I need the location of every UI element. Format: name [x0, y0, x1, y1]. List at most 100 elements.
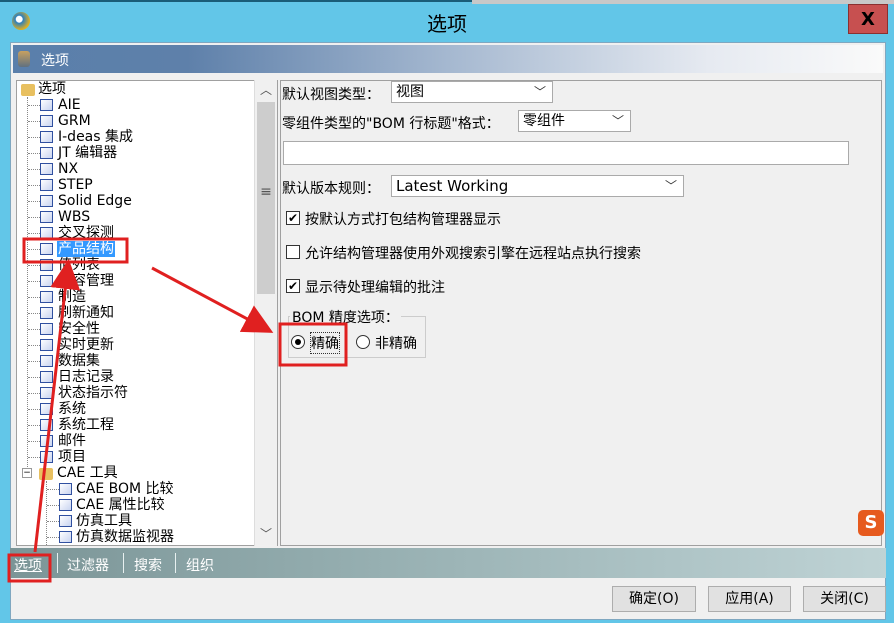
tree-line [47, 505, 59, 506]
tree-line [47, 537, 59, 538]
options-icon [18, 51, 30, 67]
node-icon [40, 179, 53, 191]
checkbox-label: 允许结构管理器使用外观搜索引擎在远程站点执行搜索 [305, 246, 641, 262]
tree-item[interactable]: 系统 [57, 401, 87, 417]
tree-line [28, 425, 40, 426]
close-button[interactable]: X [848, 4, 888, 34]
bom-title-label: 零组件类型的"BOM 行标题"格式： [282, 116, 500, 132]
tree-item[interactable]: 项目 [57, 449, 87, 465]
radio-precise[interactable] [291, 335, 305, 349]
tree-line [28, 105, 40, 106]
tree-line [28, 409, 40, 410]
options-tree[interactable]: 选项 AIE GRM I-deas 集成 JT 编辑器 NX STEP Solid Edge W… [16, 80, 278, 546]
tab-search[interactable]: 搜索 [134, 555, 162, 575]
tree-item[interactable]: 值列表 [57, 257, 101, 273]
tree-line [28, 201, 40, 202]
node-icon [40, 451, 53, 463]
tree-item[interactable]: 状态指示符 [57, 385, 129, 401]
tree-line [28, 249, 40, 250]
tree-line [28, 137, 40, 138]
tree-item[interactable]: 产品结构 [57, 241, 115, 257]
node-icon [40, 371, 53, 383]
node-icon [40, 211, 53, 223]
node-icon [40, 259, 53, 271]
tree-item[interactable]: 实时更新 [57, 337, 115, 353]
tree-item[interactable]: 内容管理 [57, 273, 115, 289]
node-icon [40, 323, 53, 335]
tree-item[interactable]: 刷新通知 [57, 305, 115, 321]
node-icon [40, 419, 53, 431]
checkbox-pack-display[interactable]: ✔ [286, 211, 300, 225]
tree-line [28, 393, 40, 394]
node-icon [59, 515, 72, 527]
tree-item[interactable]: GRM [57, 113, 92, 129]
tree-line [28, 313, 40, 314]
close-dialog-button[interactable]: 关闭(C) [803, 586, 886, 612]
ok-button[interactable]: 确定(O) [612, 586, 696, 612]
tree-item[interactable]: 仿真工具 [76, 513, 132, 529]
tree-item[interactable]: 交叉探测 [57, 225, 115, 241]
bom-title-value: 零组件 [523, 113, 565, 129]
view-type-value: 视图 [396, 84, 424, 100]
tree-item[interactable]: 数据集 [57, 353, 101, 369]
tree-root[interactable]: 选项 [38, 81, 66, 97]
tree-item[interactable]: CAE BOM 比较 [76, 481, 174, 497]
window-title: 选项 [427, 12, 467, 36]
scroll-thumb[interactable]: ≡ [257, 102, 275, 294]
tab-organization[interactable]: 组织 [186, 555, 214, 575]
tree-item[interactable]: 系统工程 [57, 417, 115, 433]
view-type-select[interactable]: 视图 ﹀ [391, 81, 553, 103]
apply-button[interactable]: 应用(A) [708, 586, 791, 612]
tree-scrollbar[interactable]: ︿ ≡ ﹀ [254, 80, 277, 546]
precision-group-label: BOM 精度选项： [290, 307, 401, 327]
tree-line [28, 377, 40, 378]
tree-item[interactable]: WBS [57, 209, 91, 225]
node-icon [40, 163, 53, 175]
node-icon [40, 227, 53, 239]
tree-group[interactable]: CAE 工具 [57, 465, 118, 481]
ime-icon: S [858, 510, 884, 536]
tree-line [46, 481, 47, 545]
tree-item[interactable]: CAE 属性比较 [76, 497, 165, 513]
collapse-icon[interactable]: − [22, 468, 32, 478]
tree-item[interactable]: 日志记录 [57, 369, 115, 385]
tree-line [28, 217, 40, 218]
node-icon [40, 355, 53, 367]
radio-label: 精确 [310, 332, 340, 354]
tree-line [28, 457, 40, 458]
scroll-down-button[interactable]: ﹀ [255, 524, 277, 544]
scroll-up-button[interactable]: ︿ [255, 80, 277, 100]
tree-item[interactable]: AIE [57, 97, 82, 113]
node-icon [59, 499, 72, 511]
radio-imprecise[interactable] [356, 335, 370, 349]
tree-item[interactable]: NX [57, 161, 79, 177]
checkbox-show-markups[interactable]: ✔ [286, 279, 300, 293]
checkbox-remote-search[interactable] [286, 245, 300, 259]
divider [123, 553, 124, 573]
tree-item[interactable]: 制造 [57, 289, 87, 305]
tree-item[interactable]: STEP [57, 177, 94, 193]
bom-format-text-input[interactable] [283, 141, 849, 165]
tree-item[interactable]: 安全性 [57, 321, 101, 337]
tree-line [28, 361, 40, 362]
tab-filters[interactable]: 过滤器 [67, 555, 109, 575]
node-icon [59, 483, 72, 495]
folder-icon [39, 468, 53, 480]
divider [57, 553, 58, 573]
node-icon [40, 403, 53, 415]
tab-options[interactable]: 选项 [14, 555, 42, 575]
node-icon [40, 147, 53, 159]
tree-item[interactable]: 邮件 [57, 433, 87, 449]
background-window [472, 0, 894, 4]
tree-item[interactable]: I-deas 集成 [57, 129, 134, 145]
chevron-down-icon: ﹀ [664, 179, 677, 193]
tree-line [28, 281, 40, 282]
chevron-down-icon: ﹀ [611, 114, 624, 128]
bom-title-select[interactable]: 零组件 ﹀ [518, 110, 631, 132]
tree-item[interactable]: 仿真数据监视器 [76, 529, 174, 545]
tree-item[interactable]: JT 编辑器 [57, 145, 118, 161]
bottom-tab-bar: 选项 过滤器 搜索 组织 [10, 548, 886, 578]
revision-rule-select[interactable]: Latest Working ﹀ [391, 175, 684, 197]
tree-item[interactable]: Solid Edge [57, 193, 133, 209]
header-title: 选项 [41, 53, 69, 69]
